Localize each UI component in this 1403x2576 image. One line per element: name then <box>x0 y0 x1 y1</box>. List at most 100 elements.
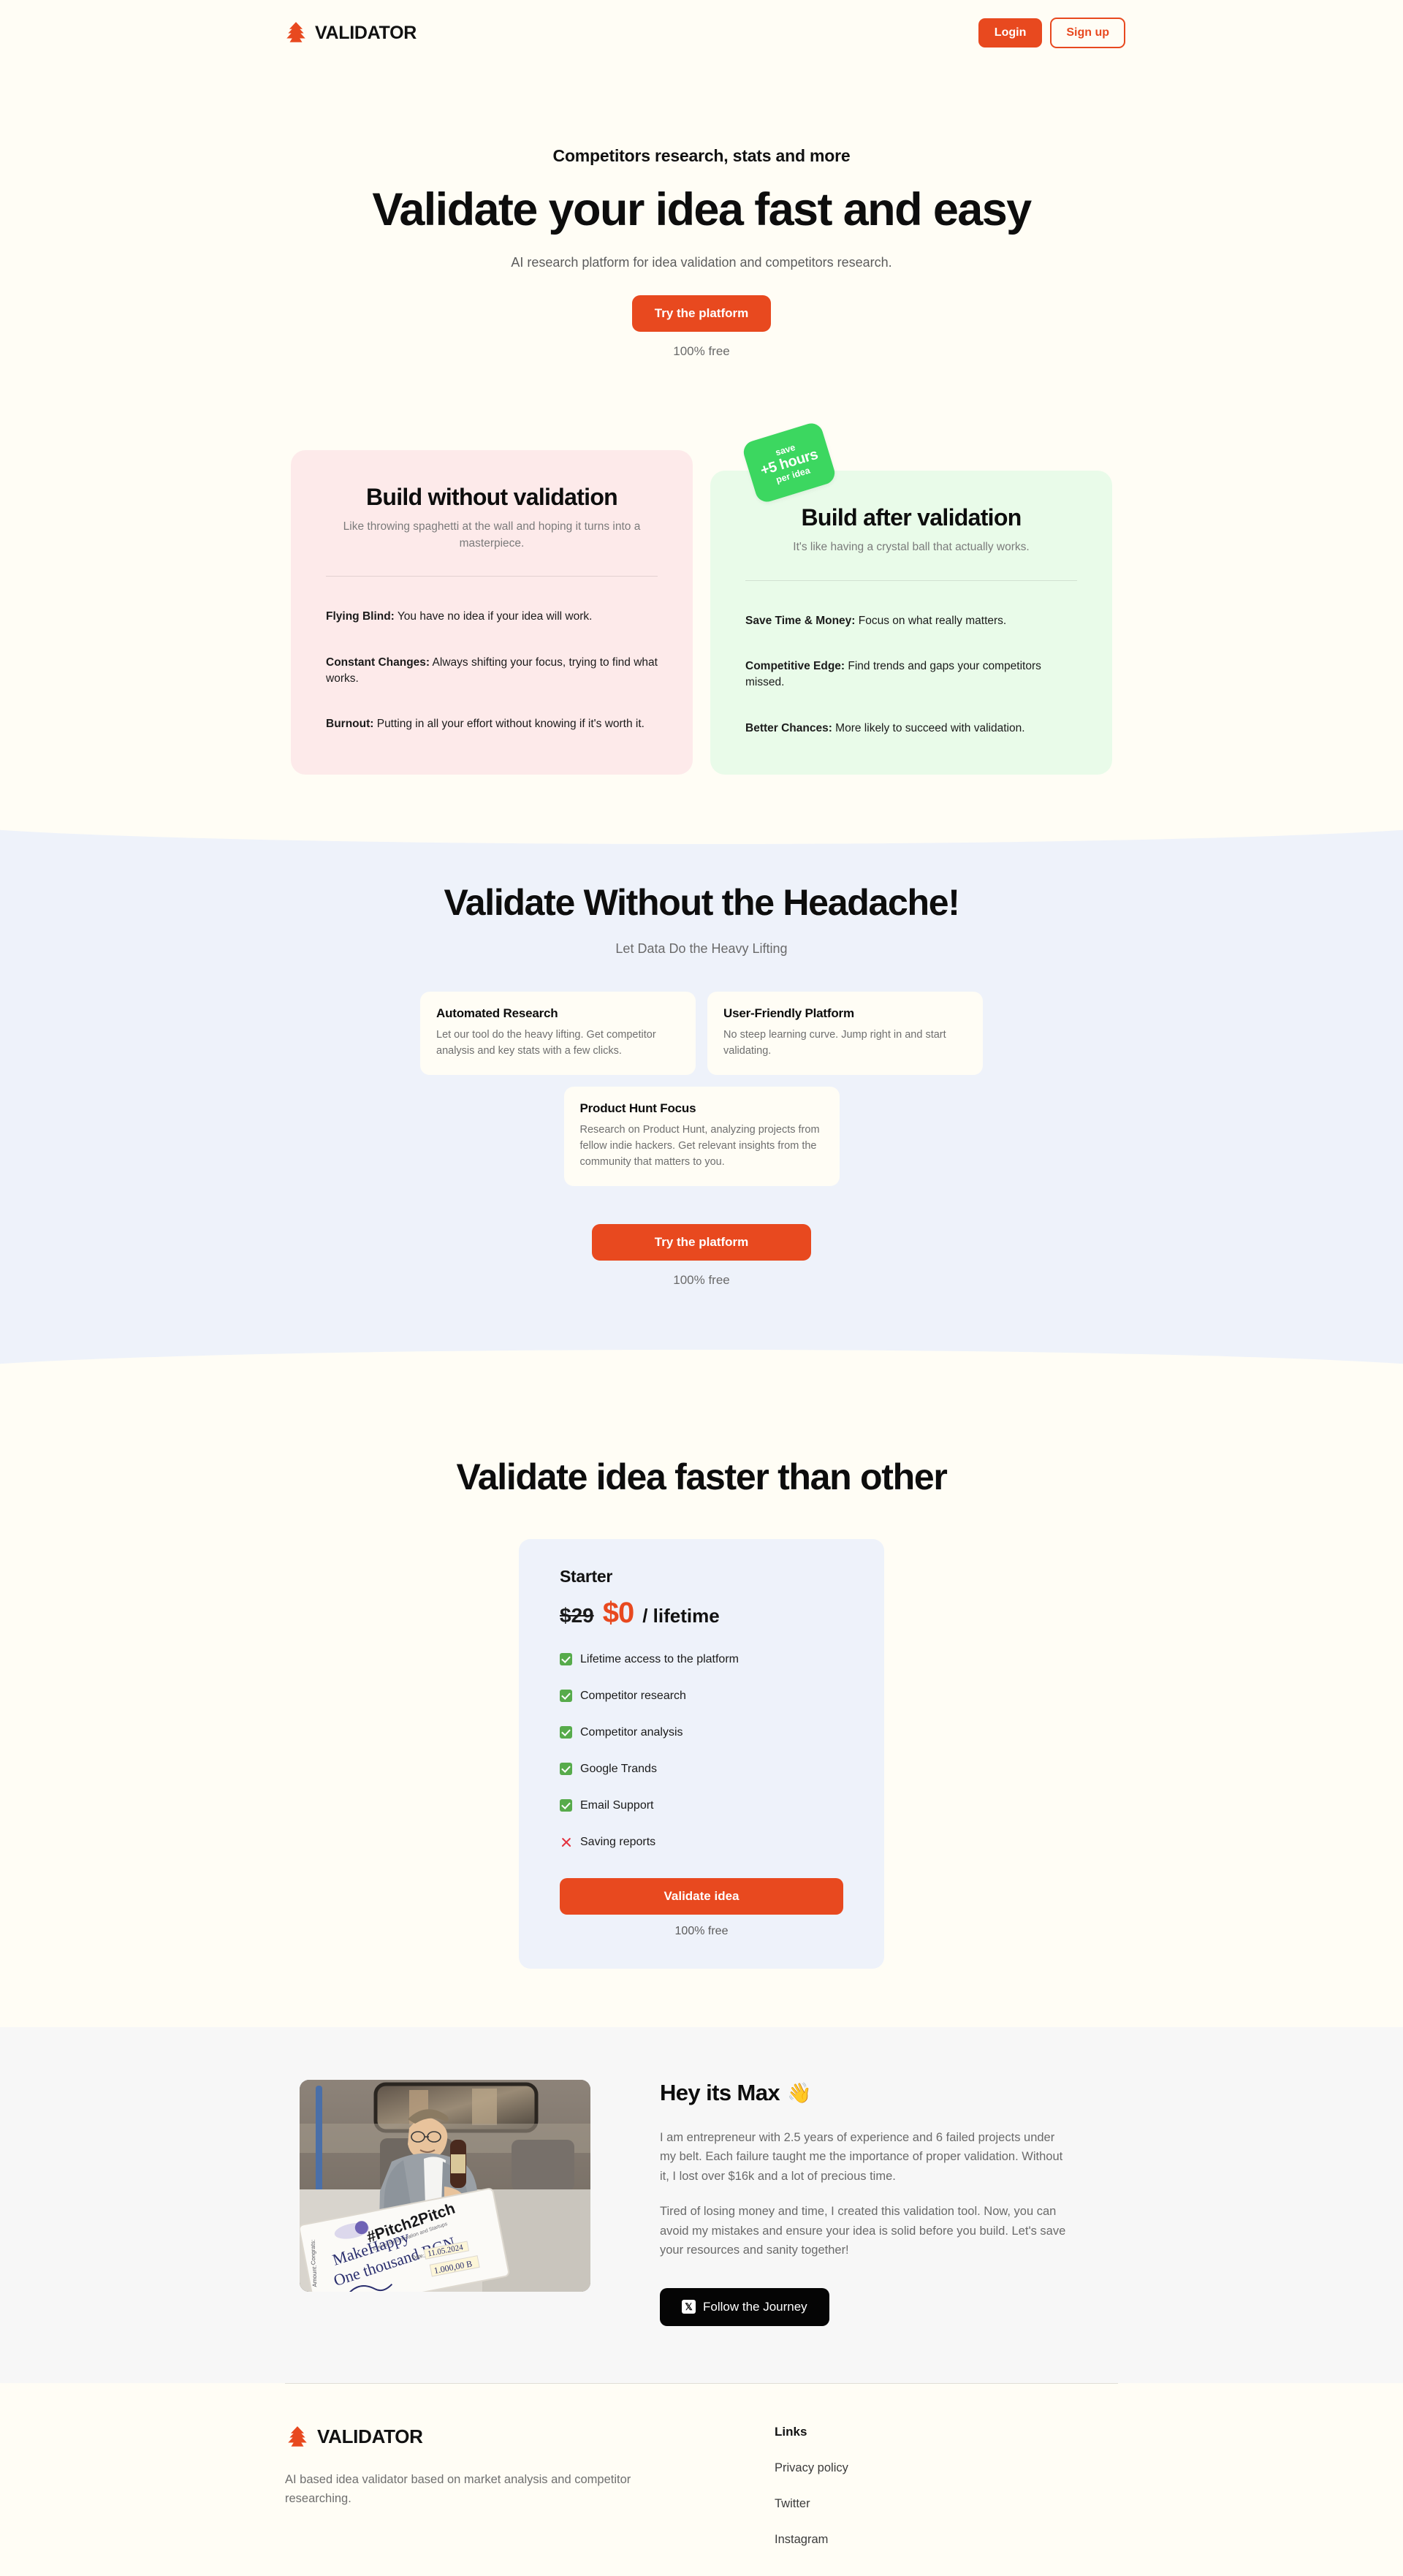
plan-name: Starter <box>560 1567 843 1587</box>
list-item: Competitive Edge: Find trends and gaps y… <box>745 658 1077 690</box>
item-label: Competitive Edge: <box>745 660 845 672</box>
new-price: $0 <box>603 1597 634 1630</box>
follow-the-journey-button[interactable]: 𝕏 Follow the Journey <box>660 2288 829 2326</box>
features-subtitle: Let Data Do the Heavy Lifting <box>0 941 1403 957</box>
feature-title: User-Friendly Platform <box>723 1006 967 1021</box>
about-paragraph-2: Tired of losing money and time, I create… <box>660 2202 1069 2260</box>
feature-card-user-friendly-platform: User-Friendly Platform No steep learning… <box>707 992 983 1075</box>
login-button[interactable]: Login <box>978 18 1043 48</box>
divider <box>326 576 658 577</box>
feature-label: Email Support <box>580 1799 654 1812</box>
site-footer: VALIDATOR AI based idea validator based … <box>0 2383 1403 2576</box>
old-price: $29 <box>560 1604 594 1627</box>
site-header: VALIDATOR Login Sign up <box>0 0 1403 66</box>
price-row: $29 $0 / lifetime <box>560 1597 843 1630</box>
list-item: Competitor research <box>560 1690 843 1703</box>
hero-try-platform-button[interactable]: Try the platform <box>632 295 771 332</box>
svg-text:Congrats:: Congrats: <box>310 2239 317 2265</box>
about-section: #Pitch2Pitch Events for Innovation and S… <box>0 2027 1403 2383</box>
hero-subtitle: AI research platform for idea validation… <box>0 255 1403 270</box>
hero-section: Competitors research, stats and more Val… <box>0 66 1403 359</box>
cross-icon <box>560 1836 572 1848</box>
features-section: Validate Without the Headache! Let Data … <box>0 818 1403 1375</box>
features-cta-note: 100% free <box>0 1273 1403 1288</box>
feature-label: Competitor analysis <box>580 1726 683 1739</box>
list-item: Lifetime access to the platform <box>560 1653 843 1666</box>
about-title-text: Hey its Max <box>660 2080 780 2106</box>
check-icon <box>560 1799 572 1812</box>
pricing-title: Validate idea faster than other <box>0 1456 1403 1498</box>
waving-hand-icon: 👋 <box>787 2081 811 2105</box>
card-subtitle: It's like having a crystal ball that act… <box>745 539 1077 555</box>
features-try-platform-button[interactable]: Try the platform <box>592 1224 811 1261</box>
header-actions: Login Sign up <box>978 18 1125 48</box>
brand-logo-link[interactable]: VALIDATOR <box>284 20 417 45</box>
x-twitter-icon: 𝕏 <box>682 2300 696 2314</box>
pricing-cta-note: 100% free <box>560 1925 843 1938</box>
feature-label: Lifetime access to the platform <box>580 1653 739 1666</box>
feature-label: Saving reports <box>580 1836 655 1849</box>
card-item-list: Save Time & Money: Focus on what really … <box>745 613 1077 737</box>
pricing-card-starter: Starter $29 $0 / lifetime Lifetime acces… <box>519 1539 884 1969</box>
feature-card-automated-research: Automated Research Let our tool do the h… <box>420 992 696 1075</box>
feature-card-product-hunt-focus: Product Hunt Focus Research on Product H… <box>564 1087 840 1186</box>
item-text: You have no idea if your idea will work. <box>395 610 593 623</box>
list-item: Constant Changes: Always shifting your f… <box>326 655 658 686</box>
feature-title: Automated Research <box>436 1006 680 1021</box>
list-item: Competitor analysis <box>560 1726 843 1739</box>
follow-label: Follow the Journey <box>703 2300 807 2314</box>
svg-text:Amount:: Amount: <box>311 2265 319 2287</box>
save-hours-badge: save +5 hours per idea <box>741 421 837 505</box>
brand-name: VALIDATOR <box>315 23 417 44</box>
build-without-validation-card: Build without validation Like throwing s… <box>291 450 693 774</box>
item-text: Putting in all your effort without knowi… <box>373 718 645 730</box>
footer-description: AI based idea validator based on market … <box>285 2470 650 2509</box>
card-title: Build without validation <box>326 484 658 511</box>
list-item: Better Chances: More likely to succeed w… <box>745 721 1077 737</box>
footer-brand-link[interactable]: VALIDATOR <box>285 2425 731 2450</box>
comparison-section: Build without validation Like throwing s… <box>0 359 1403 774</box>
feature-label: Google Trands <box>580 1763 657 1776</box>
hero-cta-note: 100% free <box>0 344 1403 359</box>
divider <box>745 580 1077 581</box>
hero-title: Validate your idea fast and easy <box>0 185 1403 235</box>
item-text: More likely to succeed with validation. <box>832 722 1025 734</box>
landing-page: VALIDATOR Login Sign up Competitors rese… <box>0 0 1403 2576</box>
item-label: Better Chances: <box>745 722 832 734</box>
check-icon <box>560 1763 572 1775</box>
build-after-validation-card: save +5 hours per idea Build after valid… <box>710 471 1112 774</box>
card-item-list: Flying Blind: You have no idea if your i… <box>326 609 658 732</box>
pricing-feature-list: Lifetime access to the platform Competit… <box>560 1653 843 1849</box>
about-text: Hey its Max 👋 I am entrepreneur with 2.5… <box>660 2080 1069 2326</box>
card-title: Build after validation <box>745 504 1077 531</box>
feature-desc: No steep learning curve. Jump right in a… <box>723 1027 967 1059</box>
feature-title: Product Hunt Focus <box>580 1101 824 1116</box>
pricing-section: Validate idea faster than other Starter … <box>0 1375 1403 2027</box>
footer-link-privacy-policy[interactable]: Privacy policy <box>775 2461 848 2475</box>
footer-link-instagram[interactable]: Instagram <box>775 2533 848 2547</box>
item-label: Constant Changes: <box>326 656 430 669</box>
footer-brand-name: VALIDATOR <box>317 2425 423 2448</box>
feature-desc: Research on Product Hunt, analyzing proj… <box>580 1122 824 1170</box>
check-icon <box>560 1653 572 1665</box>
card-subtitle: Like throwing spaghetti at the wall and … <box>326 519 658 552</box>
list-item: Saving reports <box>560 1836 843 1849</box>
feature-label: Competitor research <box>580 1690 686 1703</box>
about-title: Hey its Max 👋 <box>660 2080 1069 2106</box>
list-item: Burnout: Putting in all your effort with… <box>326 716 658 732</box>
hero-eyebrow: Competitors research, stats and more <box>0 146 1403 166</box>
item-label: Burnout: <box>326 718 373 730</box>
validate-idea-button[interactable]: Validate idea <box>560 1878 843 1915</box>
item-label: Flying Blind: <box>326 610 395 623</box>
footer-links-column: Links Privacy policy Twitter Instagram <box>731 2425 848 2547</box>
list-item: Email Support <box>560 1799 843 1812</box>
signup-button[interactable]: Sign up <box>1050 18 1125 48</box>
list-item: Save Time & Money: Focus on what really … <box>745 613 1077 629</box>
check-icon <box>560 1726 572 1739</box>
footer-link-twitter[interactable]: Twitter <box>775 2497 848 2511</box>
item-label: Save Time & Money: <box>745 615 855 627</box>
price-period: / lifetime <box>642 1605 719 1627</box>
feature-desc: Let our tool do the heavy lifting. Get c… <box>436 1027 680 1059</box>
list-item: Google Trands <box>560 1763 843 1776</box>
pine-tree-icon <box>285 2425 310 2450</box>
